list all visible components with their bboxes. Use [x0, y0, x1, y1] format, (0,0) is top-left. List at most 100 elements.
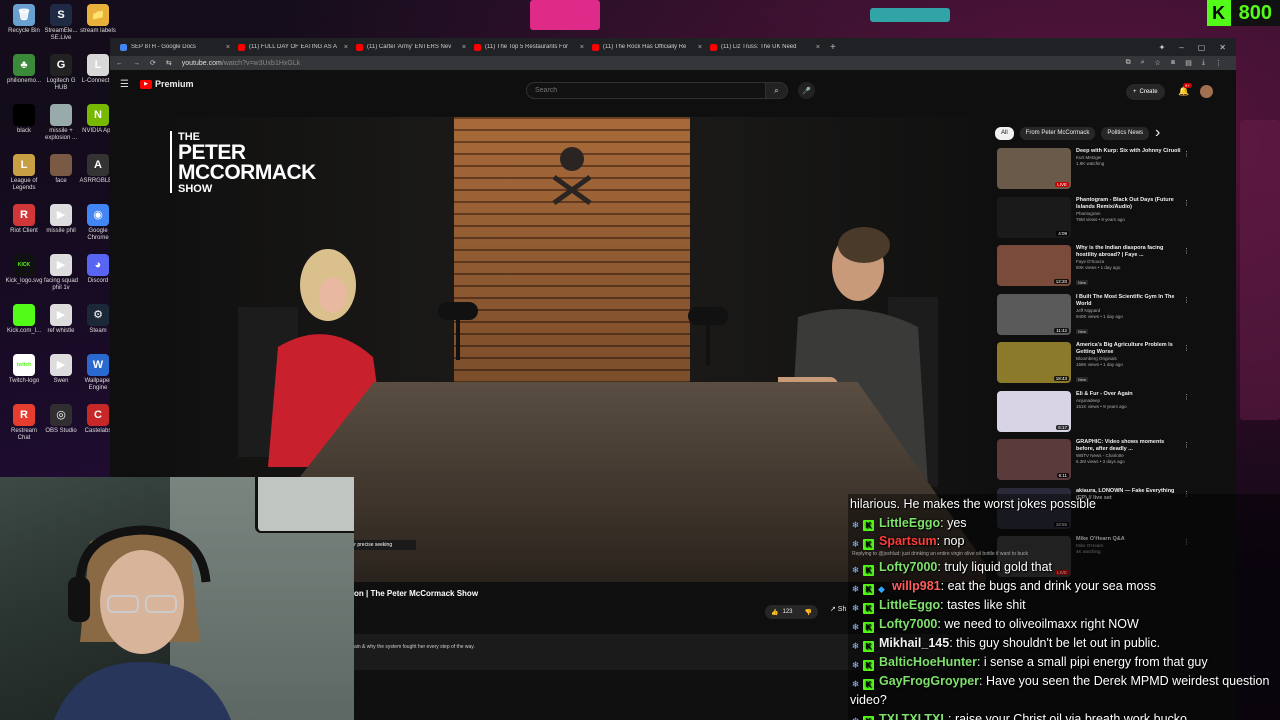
share-button[interactable]: ↗ Sh: [830, 605, 846, 613]
filter-chip[interactable]: All: [995, 126, 1014, 140]
video-thumbnail[interactable]: 11:42: [997, 293, 1071, 335]
video-thumbnail[interactable]: LIVE: [997, 148, 1071, 189]
desktop-icon[interactable]: KICK Kick_logo.svg: [4, 254, 44, 285]
desktop-icon-label: Kick.com_l...: [6, 328, 41, 334]
video-thumbnail[interactable]: 12:20: [997, 245, 1071, 286]
filter-chip[interactable]: From Peter McCormack: [1019, 126, 1096, 140]
tab-close-icon[interactable]: ×: [580, 44, 584, 51]
notifications-bell-icon[interactable]: 🔔 9+: [1178, 83, 1192, 97]
chat-username[interactable]: Mikhail_145: [879, 636, 949, 650]
more-options-icon[interactable]: ⋮: [1183, 296, 1190, 304]
more-options-icon[interactable]: ⋮: [1183, 441, 1190, 449]
desktop-app-icon: twitch: [13, 354, 35, 376]
tab-close-icon[interactable]: ×: [816, 44, 820, 51]
desktop-icon[interactable]: black: [4, 104, 44, 135]
desktop-icon[interactable]: 🗑 Recycle Bin: [4, 4, 44, 35]
create-button[interactable]: + Create: [1126, 84, 1165, 100]
chevron-right-icon[interactable]: ›: [1155, 124, 1160, 142]
desktop-icon[interactable]: ▶ missile phil: [41, 204, 81, 235]
minimize-icon[interactable]: –: [1179, 43, 1183, 52]
thumbs-down-icon[interactable]: 👎: [805, 609, 812, 616]
microphone-icon[interactable]: 🎤: [798, 82, 815, 99]
toolbar-icon[interactable]: ⋮: [1215, 59, 1222, 67]
tab-close-icon[interactable]: ×: [462, 44, 466, 51]
browser-tab[interactable]: (11) FULL DAY OF EATING AS A ×: [234, 39, 352, 55]
browser-tab[interactable]: (11) Cartel 'Army' ENTERS Nev ×: [352, 39, 470, 55]
desktop-icon[interactable]: ▶ Swen: [41, 354, 81, 385]
chat-username[interactable]: LittleEggo: [879, 516, 940, 530]
desktop-icon[interactable]: ♣ philionemo...: [4, 54, 44, 85]
browser-tab[interactable]: (11) The Rock Has Officially Re ×: [588, 39, 706, 55]
desktop-icon[interactable]: G Logitech G HUB: [41, 54, 81, 92]
site-info-icon[interactable]: ⇆: [166, 59, 172, 67]
chat-username[interactable]: LittleEggo: [879, 598, 940, 612]
search-icon[interactable]: ⌕: [766, 82, 788, 99]
toolbar-icon[interactable]: ⧈: [1171, 59, 1175, 67]
chat-username[interactable]: Spartsum: [879, 534, 937, 548]
filter-chip[interactable]: Politics News: [1101, 126, 1150, 140]
like-button[interactable]: 👍 123 👎: [765, 605, 818, 619]
new-tab-button[interactable]: +: [824, 42, 842, 53]
video-thumbnail[interactable]: 18:43: [997, 342, 1071, 383]
close-window-icon[interactable]: ✕: [1219, 43, 1226, 52]
tab-close-icon[interactable]: ×: [344, 44, 348, 51]
desktop-app-icon: ▶: [50, 204, 72, 226]
chat-colon: :: [979, 674, 986, 689]
more-options-icon[interactable]: ⋮: [1183, 150, 1190, 158]
reload-icon[interactable]: ⟳: [150, 59, 156, 67]
browser-tab[interactable]: (11) Liz Truss: The UK Need ×: [706, 39, 824, 55]
browser-tab[interactable]: SEP 8TH - Google Docs ×: [116, 39, 234, 55]
more-options-icon[interactable]: ⋮: [1183, 393, 1190, 401]
chat-username[interactable]: GayFrogGroyper: [879, 674, 979, 688]
more-options-icon[interactable]: ⋮: [1183, 344, 1190, 352]
youtube-logo[interactable]: ▶ Premium: [140, 79, 194, 89]
desktop-icon[interactable]: 📁 stream labels: [78, 4, 118, 35]
desktop-icon[interactable]: face: [41, 154, 81, 185]
toolbar-icon[interactable]: ☆: [1155, 59, 1161, 67]
desktop-icon[interactable]: twitch Twitch-logo: [4, 354, 44, 385]
chat-username[interactable]: TXLTXLTXL: [879, 712, 948, 720]
video-thumbnail[interactable]: 6:11: [997, 439, 1071, 480]
url-field[interactable]: youtube.com/watch?v=w3Uxb1HxGLk: [182, 60, 301, 67]
toolbar-icon[interactable]: ⌕: [1141, 59, 1145, 67]
desktop-icon[interactable]: L League of Legends: [4, 154, 44, 192]
chat-username[interactable]: BalticHoeHunter: [879, 655, 977, 669]
more-options-icon[interactable]: ⋮: [1183, 199, 1190, 207]
chat-username[interactable]: willp981: [892, 579, 941, 593]
account-avatar[interactable]: [1200, 85, 1213, 98]
hamburger-menu-icon[interactable]: ☰: [120, 79, 140, 90]
recommended-video[interactable]: LIVE Deep with Kurp: Six with Johnny Ciru…: [997, 148, 1190, 197]
chat-message: ❄ K BalticHoeHunter: i sense a small pipi …: [850, 653, 1278, 672]
desktop-icon[interactable]: KICK Kick.com_l...: [4, 304, 44, 335]
recommended-video[interactable]: 4:09 Phantogram - Black Out Days (Future …: [997, 196, 1190, 246]
maximize-icon[interactable]: ▢: [1198, 43, 1206, 52]
tab-close-icon[interactable]: ×: [698, 44, 702, 51]
recommended-video[interactable]: 6:17 Eli & Fur - Over Again Anjunadeep 151K…: [997, 390, 1190, 440]
recommended-video[interactable]: 18:43 America's Big Agriculture Problem I…: [997, 342, 1190, 391]
recommended-video[interactable]: 11:42 I Built The Most Scientific Gym In …: [997, 293, 1190, 343]
desktop-icon[interactable]: ▶ ref whistle: [41, 304, 81, 335]
back-icon[interactable]: ←: [116, 60, 123, 67]
desktop-icon[interactable]: ◎ OBS Studio: [41, 404, 81, 435]
more-options-icon[interactable]: ⋮: [1183, 247, 1190, 255]
recommended-video[interactable]: 6:11 GRAPHIC: Video shows moments before,…: [997, 439, 1190, 488]
toolbar-icon[interactable]: ⧉: [1126, 59, 1131, 67]
forward-icon[interactable]: →: [133, 60, 140, 67]
recommended-video[interactable]: 12:20 Why is the Indian diaspora facing h…: [997, 245, 1190, 294]
extension-icon[interactable]: ✦: [1159, 43, 1166, 52]
desktop-icon[interactable]: S StreamEle... SE.Live: [41, 4, 81, 42]
desktop-icon[interactable]: R Riot Client: [4, 204, 44, 235]
tab-close-icon[interactable]: ×: [226, 44, 230, 51]
toolbar-icon[interactable]: ⤓: [1202, 59, 1205, 67]
toolbar-icon[interactable]: ▤: [1185, 59, 1192, 67]
video-thumbnail[interactable]: 4:09: [997, 196, 1071, 238]
desktop-icon[interactable]: R Restream Chat: [4, 404, 44, 442]
chat-username[interactable]: Lofty7000: [879, 560, 937, 574]
browser-tab[interactable]: (11) The Top 5 Restaurants For ×: [470, 39, 588, 55]
chat-username[interactable]: Lofty7000: [879, 617, 937, 631]
new-badge: New: [1076, 280, 1089, 285]
search-input[interactable]: [526, 82, 766, 99]
video-thumbnail[interactable]: 6:17: [997, 390, 1071, 432]
desktop-icon[interactable]: missile + explosion ...: [41, 104, 81, 142]
desktop-icon[interactable]: ▶ facing squad phil 1v: [41, 254, 81, 292]
